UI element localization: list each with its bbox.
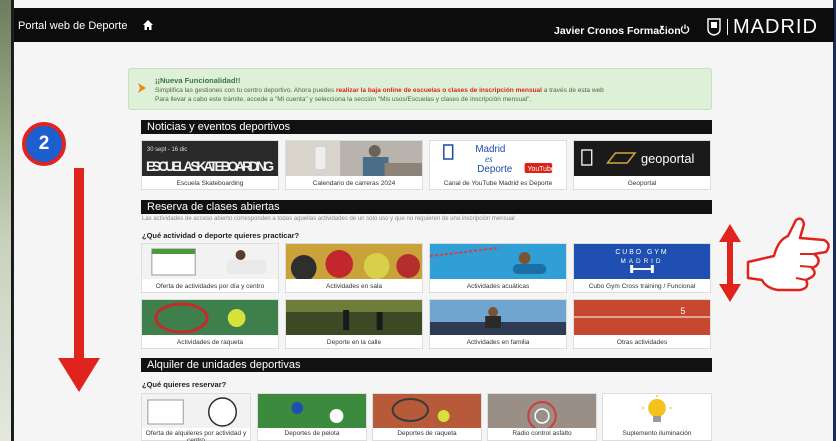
card-label: Actividades en familia <box>466 339 530 346</box>
card-label: Actividades acuáticas <box>466 283 530 290</box>
activity-card-familia[interactable]: Actividades en familia <box>429 299 567 349</box>
card-label: Radio control asfalto <box>512 430 572 437</box>
tennis-image <box>142 300 278 335</box>
card-label: Actividades de raqueta <box>176 339 244 346</box>
cubo-gym-image: CUBO GYM MADRID <box>574 244 710 279</box>
step-number-badge: 2 <box>22 122 66 166</box>
section-classes-heading: Reserva de clases abiertas <box>141 200 712 214</box>
geoportal-image: geoportal <box>574 141 710 176</box>
activity-card-cubo-gym[interactable]: CUBO GYM MADRID Cubo Gym Cross training … <box>573 243 711 293</box>
new-feature-notice: ¡¡Nueva Funcionalidad!! Simplifica las g… <box>128 68 712 110</box>
skate-art-dates: 30 sept - 16 dic <box>147 147 187 153</box>
racquet-image <box>373 394 481 428</box>
street-sport-image <box>286 300 422 335</box>
rental-card-raqueta[interactable]: Deportes de raqueta <box>372 393 482 441</box>
card-label: Deporte en la calle <box>326 339 382 346</box>
section-news-heading: Noticias y eventos deportivos <box>141 120 712 134</box>
balls-image <box>286 244 422 279</box>
news-card-skateboarding[interactable]: 30 sept - 16 dic ESCUELA SKATEBOARDING E… <box>141 140 279 190</box>
card-label: Escuela Skateboarding <box>176 180 244 187</box>
track-art: 5 <box>680 306 685 316</box>
activity-card-otras[interactable]: 5 Otras actividades <box>573 299 711 349</box>
card-label: Geoportal <box>627 180 657 187</box>
madrid-logo: MADRID <box>733 16 818 38</box>
family-image <box>430 300 566 335</box>
brand-link[interactable]: Portal web de Deporte <box>18 20 127 32</box>
yt-art-2: es <box>485 154 493 164</box>
pool-image <box>430 244 566 279</box>
rc-track-image <box>488 394 596 428</box>
card-label: Deportes de pelota <box>284 430 340 437</box>
lightbulb-icon <box>603 394 711 428</box>
notice-body: Simplifica las gestiones con tu centro d… <box>155 86 705 104</box>
card-label: Suplemento iluminación <box>622 430 692 437</box>
window-edge-left <box>0 0 13 441</box>
scroll-down-arrow-icon <box>58 168 100 392</box>
news-card-geoportal[interactable]: geoportal Geoportal <box>573 140 711 190</box>
card-label: Oferta de actividades por día y centro <box>155 283 265 290</box>
cubo-art-2: MADRID <box>621 258 664 265</box>
rental-card-iluminacion[interactable]: Suplemento iluminación <box>602 393 712 441</box>
card-label: Actividades en sala <box>325 283 382 290</box>
madrid-shield-icon <box>707 18 721 36</box>
geoportal-art: geoportal <box>641 151 694 166</box>
home-icon[interactable] <box>142 19 154 31</box>
activity-card-calle[interactable]: Deporte en la calle <box>285 299 423 349</box>
football-image <box>258 394 366 428</box>
chevron-right-icon <box>138 83 146 93</box>
skateboarding-image: 30 sept - 16 dic ESCUELA SKATEBOARDING <box>142 141 278 176</box>
running-track-image: 5 <box>574 300 710 335</box>
news-card-calendar[interactable]: Calendario de carreras 2024 <box>285 140 423 190</box>
notice-text-end: a través de esta web <box>541 87 604 94</box>
activity-card-acuaticas[interactable]: Actividades acuáticas <box>429 243 567 293</box>
card-label: Cubo Gym Cross training / Funcional <box>588 283 696 290</box>
calendar-ball-image <box>142 394 250 428</box>
top-nav-bar: Portal web de Deporte Javier Cronos Form… <box>14 8 834 42</box>
runners-image <box>286 141 422 176</box>
yt-art-3: Deporte <box>477 164 512 175</box>
card-label: Otras actividades <box>616 339 668 346</box>
activity-card-sala[interactable]: Actividades en sala <box>285 243 423 293</box>
card-label: Oferta de alquileres por actividad y cen… <box>145 430 247 441</box>
section-rentals-heading: Alquiler de unidades deportivas <box>141 358 712 372</box>
notice-title: ¡¡Nueva Funcionalidad!! <box>155 76 241 85</box>
card-label: Canal de YouTube Madrid es Deporte <box>443 180 553 187</box>
news-card-youtube[interactable]: Madrid es Deporte YouTube Canal de YouTu… <box>429 140 567 190</box>
cubo-art-1: CUBO GYM <box>615 249 668 256</box>
pointing-hand-icon <box>746 217 830 292</box>
rentals-question: ¿Qué quieres reservar? <box>142 380 227 389</box>
activity-card-raqueta[interactable]: Actividades de raqueta <box>141 299 279 349</box>
notice-instructions: Para llevar a cabo este trámite, accede … <box>155 96 532 103</box>
logo-divider <box>727 19 728 35</box>
madrid-es-deporte-youtube-image: Madrid es Deporte YouTube <box>430 141 566 176</box>
notice-text: Simplifica las gestiones con tu centro d… <box>155 87 337 94</box>
power-icon[interactable] <box>680 24 690 34</box>
skate-art-title: ESCUELA SKATEBOARDING <box>146 158 274 174</box>
scroll-updown-arrow-icon <box>719 224 741 302</box>
notice-highlight: realizar la baja online de escuelas o cl… <box>336 87 542 94</box>
chevron-down-icon[interactable]: ▾ <box>660 23 664 32</box>
activity-card-oferta[interactable]: Oferta de actividades por día y centro <box>141 243 279 293</box>
classes-question: ¿Qué actividad o deporte quieres practic… <box>142 231 300 240</box>
calendar-woman-image <box>142 244 278 279</box>
rental-card-pelota[interactable]: Deportes de pelota <box>257 393 367 441</box>
yt-art-4: YouTube <box>528 166 555 173</box>
classes-note: Las actividades de acceso abierto corres… <box>142 216 515 222</box>
card-label: Calendario de carreras 2024 <box>312 180 396 187</box>
card-label: Deportes de raqueta <box>397 430 457 437</box>
rental-card-radio-control[interactable]: Radio control asfalto <box>487 393 597 441</box>
rental-card-oferta[interactable]: Oferta de alquileres por actividad y cen… <box>141 393 251 441</box>
